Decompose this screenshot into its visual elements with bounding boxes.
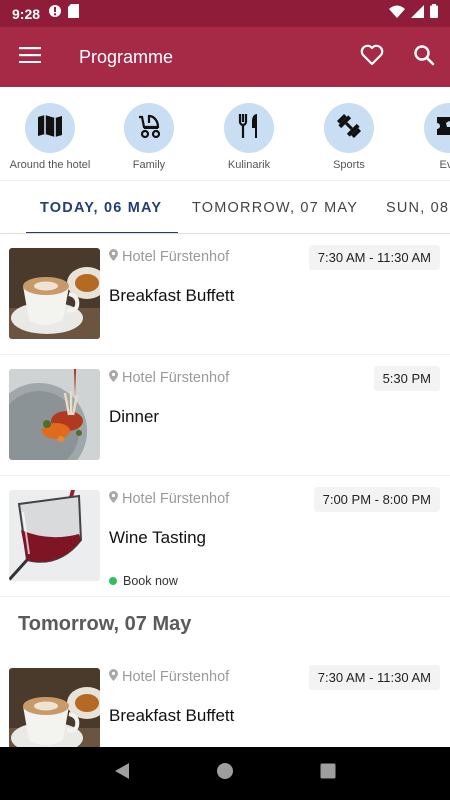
event-location: Hotel Fürstenhof xyxy=(109,491,229,507)
nav-home-button[interactable] xyxy=(205,754,245,794)
warning-icon xyxy=(48,4,62,23)
event-title: Dinner xyxy=(109,407,160,426)
nav-recents-button[interactable] xyxy=(308,754,348,794)
category-events[interactable]: Eve xyxy=(399,103,450,171)
category-bar: Around the hotel Family Kulinarik Sports xyxy=(0,87,450,181)
event-time-badge: 5:30 PM xyxy=(373,366,440,391)
favorites-button[interactable] xyxy=(346,27,398,87)
hamburger-icon xyxy=(19,46,41,68)
map-icon xyxy=(37,114,63,143)
ticket-icon xyxy=(436,116,450,141)
location-name: Hotel Fürstenhof xyxy=(122,491,230,507)
tab-tomorrow[interactable]: TOMORROW, 07 MAY xyxy=(192,181,358,233)
tab-today[interactable]: TODAY, 06 MAY xyxy=(40,181,162,233)
location-pin-icon xyxy=(109,370,118,386)
sd-card-icon xyxy=(68,4,80,23)
nav-back-button[interactable] xyxy=(102,754,142,794)
event-time-badge: 7:30 AM - 11:30 AM xyxy=(308,245,440,270)
availability-dot xyxy=(109,577,117,585)
system-nav-bar xyxy=(0,747,450,800)
category-around-the-hotel[interactable]: Around the hotel xyxy=(0,103,100,171)
stroller-icon xyxy=(135,113,163,144)
app-bar: Programme xyxy=(0,27,450,87)
event-card[interactable]: Hotel Fürstenhof 7:00 PM - 8:00 PM Wine … xyxy=(0,476,450,597)
coffee-cup-photo xyxy=(9,248,100,339)
plated-dish-photo xyxy=(9,369,100,460)
event-card[interactable]: Hotel Fürstenhof 5:30 PM Dinner xyxy=(0,355,450,476)
heart-icon xyxy=(360,44,384,71)
tab-sunday[interactable]: SUN, 08 xyxy=(386,181,449,233)
wifi-icon xyxy=(389,5,405,23)
category-kulinarik[interactable]: Kulinarik xyxy=(199,103,299,171)
category-label: Sports xyxy=(333,159,365,171)
category-label: Kulinarik xyxy=(227,159,271,171)
location-pin-icon xyxy=(109,249,118,265)
status-bar: 9:28 xyxy=(0,0,450,27)
event-title: Breakfast Buffett xyxy=(109,286,235,305)
status-time: 9:28 xyxy=(12,5,41,22)
category-family[interactable]: Family xyxy=(99,103,199,171)
location-pin-icon xyxy=(109,669,118,685)
event-title: Wine Tasting xyxy=(109,528,207,547)
event-card[interactable]: Hotel Fürstenhof 7:30 AM - 11:30 AM Brea… xyxy=(0,654,450,747)
event-location: Hotel Fürstenhof xyxy=(109,249,229,265)
recents-icon xyxy=(320,763,336,784)
battery-icon xyxy=(430,4,438,23)
cutlery-icon xyxy=(236,113,262,144)
category-label: Around the hotel xyxy=(9,159,91,171)
menu-button[interactable] xyxy=(0,27,60,87)
book-now-label: Book now xyxy=(123,574,178,588)
location-name: Hotel Fürstenhof xyxy=(122,249,230,265)
wine-glass-photo xyxy=(9,490,100,581)
location-pin-icon xyxy=(109,491,118,507)
book-now-link[interactable]: Book now xyxy=(109,574,178,588)
dumbbell-icon xyxy=(335,112,363,145)
location-name: Hotel Fürstenhof xyxy=(122,669,230,685)
search-button[interactable] xyxy=(398,27,450,87)
coffee-cup-photo xyxy=(9,668,100,747)
section-heading-tomorrow: Tomorrow, 07 May xyxy=(18,613,192,635)
search-icon xyxy=(413,44,435,71)
category-label: Family xyxy=(132,159,166,171)
event-time-badge: 7:00 PM - 8:00 PM xyxy=(313,487,440,512)
page-title: Programme xyxy=(79,46,174,67)
event-location: Hotel Fürstenhof xyxy=(109,669,229,685)
back-icon xyxy=(114,762,130,785)
event-card[interactable]: Hotel Fürstenhof 7:30 AM - 11:30 AM Brea… xyxy=(0,234,450,355)
category-sports[interactable]: Sports xyxy=(299,103,399,171)
event-location: Hotel Fürstenhof xyxy=(109,370,229,386)
event-title: Breakfast Buffett xyxy=(109,706,235,725)
event-list: Hotel Fürstenhof 7:30 AM - 11:30 AM Brea… xyxy=(0,234,450,747)
location-name: Hotel Fürstenhof xyxy=(122,370,230,386)
home-icon xyxy=(216,762,234,785)
date-tabs: TODAY, 06 MAY TOMORROW, 07 MAY SUN, 08 xyxy=(0,181,450,234)
cellular-icon xyxy=(411,4,424,23)
category-label: Eve xyxy=(439,159,450,171)
event-time-badge: 7:30 AM - 11:30 AM xyxy=(308,665,440,690)
